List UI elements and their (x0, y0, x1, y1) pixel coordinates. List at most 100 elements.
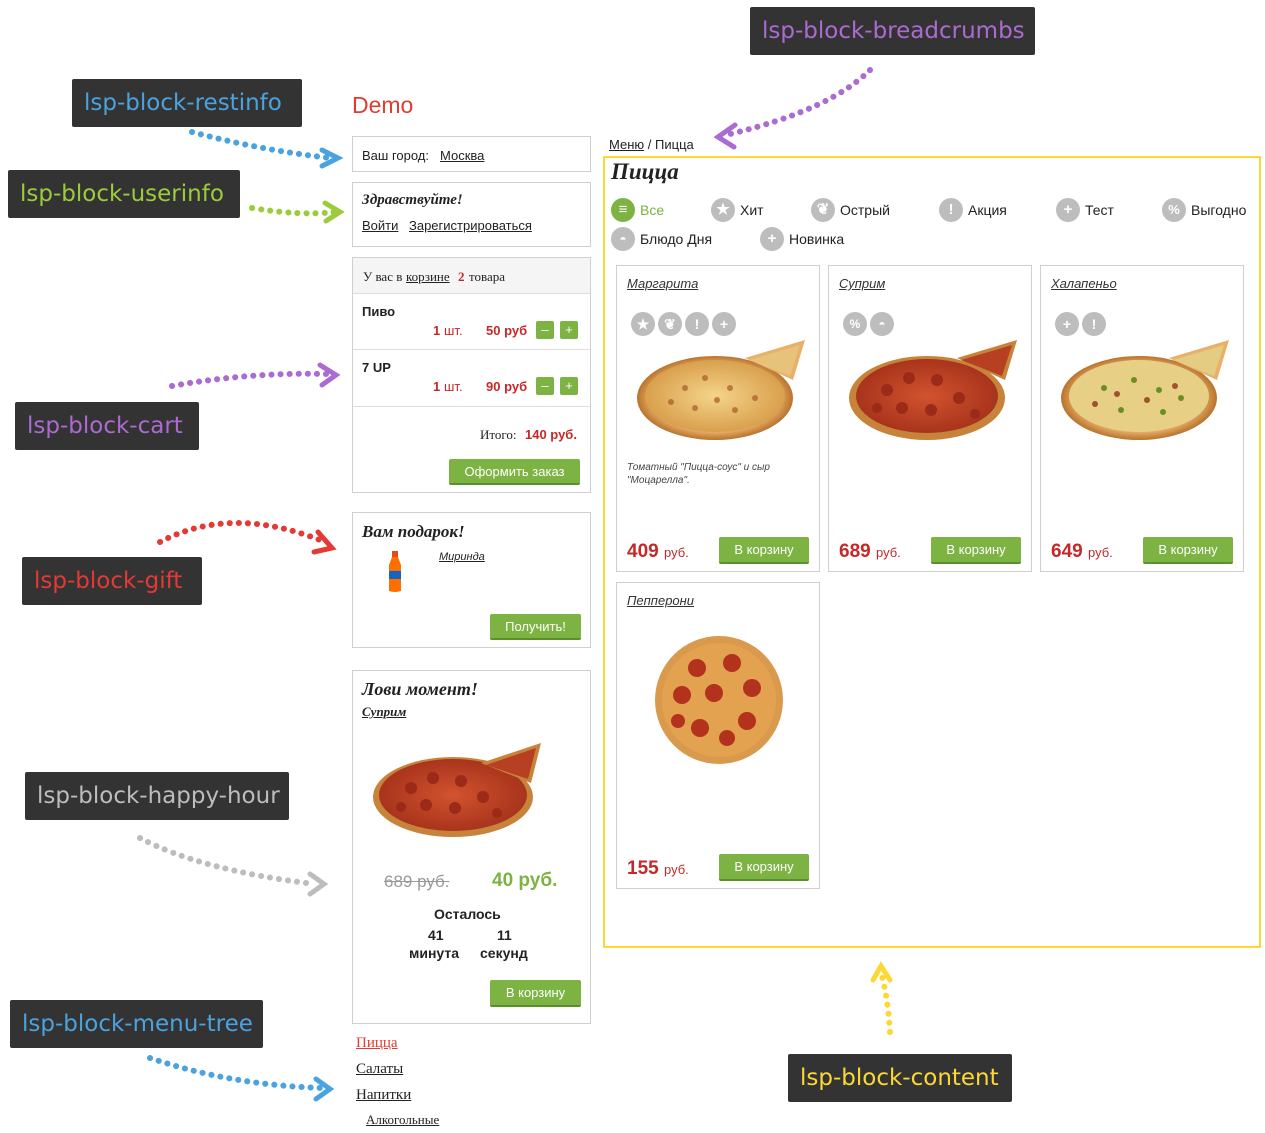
pizza-image (849, 340, 1017, 440)
product-card: Маргарита ★ ❦ ! + Томатный "Пицца-соус" … (616, 265, 820, 572)
cart-count: 2 (458, 269, 465, 284)
city-label: Ваш город: (362, 148, 429, 163)
soda-bottle-image (389, 551, 401, 592)
menu-tree-item-pizza[interactable]: Пицца (356, 1035, 398, 1052)
product-name-link[interactable]: Маргарита (627, 276, 698, 291)
login-link[interactable]: Войти (362, 218, 398, 233)
cart-total-value: 140 руб. (525, 427, 577, 442)
add-to-cart-button[interactable]: В корзину (1143, 537, 1233, 564)
dish-icon: ◓ (611, 227, 635, 251)
site-title[interactable]: Demo (352, 92, 413, 119)
checkout-button[interactable]: Оформить заказ (449, 459, 580, 485)
plus-icon: + (1056, 198, 1080, 222)
add-to-cart-button[interactable]: В корзину (719, 854, 809, 881)
category-label: Акция (968, 202, 1007, 218)
countdown-seconds-value: 11 (497, 927, 512, 943)
content-block: Пицца ≡ Все ★ Хит ❦ Острый ! Акция + Тес… (603, 156, 1261, 948)
gift-get-button[interactable]: Получить! (490, 614, 581, 640)
product-price: 409 руб. (627, 541, 689, 563)
menu-tree-subitem-alcoholic[interactable]: Алкогольные (366, 1112, 439, 1128)
product-price-value: 155 (627, 858, 659, 879)
product-card: Пепперони 155 руб. В корзину (616, 582, 820, 889)
product-name-link[interactable]: Суприм (839, 276, 885, 291)
product-description: Томатный "Пицца-соус" и сыр "Моцарелла". (627, 462, 770, 486)
cart-total-label: Итого: (480, 427, 517, 442)
page-title: Пицца (611, 159, 679, 184)
menu-tree-item-salads[interactable]: Салаты (356, 1061, 403, 1078)
userinfo-block: Здравствуйте! Войти Зарегистрироваться (352, 182, 591, 247)
cart-summary-prefix: У вас в (363, 269, 403, 284)
cart-item-price: 90 руб (486, 379, 528, 394)
cart-item: Пиво 1 шт. 50 руб – + (353, 293, 590, 350)
happy-hour-block: Лови момент! Суприм 689 руб. 40 руб. Ост… (352, 670, 591, 1024)
plus-icon: + (760, 227, 784, 251)
happy-hour-pizza-image (373, 743, 541, 837)
happy-hour-old-price: 689 руб. (384, 872, 450, 891)
countdown-seconds-label: секунд (480, 945, 528, 961)
register-link[interactable]: Зарегистрироваться (409, 218, 532, 233)
product-price-currency: руб. (663, 862, 689, 877)
star-icon: ★ (711, 198, 735, 222)
list-icon: ≡ (611, 198, 635, 222)
gift-item-link[interactable]: Миринда (439, 551, 485, 563)
breadcrumb: Меню / Пицца (609, 137, 694, 152)
product-price: 649 руб. (1051, 541, 1113, 563)
gift-title: Вам подарок! (362, 522, 465, 541)
cart-link[interactable]: корзине (406, 269, 450, 285)
product-price-value: 649 (1051, 541, 1083, 562)
product-price-currency: руб. (1087, 545, 1113, 560)
cart-item-decrease-button[interactable]: – (536, 321, 554, 339)
pizza-image (637, 340, 805, 440)
product-price-currency: руб. (875, 545, 901, 560)
happy-hour-item-link[interactable]: Суприм (362, 704, 406, 720)
percent-icon: % (1162, 198, 1186, 222)
category-label: Блюдо Дня (640, 231, 713, 247)
cart-item-increase-button[interactable]: + (560, 377, 578, 395)
pizza-image (1061, 340, 1229, 440)
cart-item-name: Пиво (362, 304, 396, 319)
product-price: 689 руб. (839, 541, 901, 563)
exclamation-icon: ! (939, 198, 963, 222)
product-price-value: 689 (839, 541, 871, 562)
countdown-label: Осталось (434, 906, 501, 922)
menu-tree-item-drinks[interactable]: Напитки (356, 1087, 411, 1104)
category-label: Новинка (789, 231, 845, 247)
breadcrumb-separator: / (647, 137, 652, 152)
category-label: Тест (1085, 202, 1114, 218)
product-price-value: 409 (627, 541, 659, 562)
category-label: Острый (840, 202, 890, 218)
happy-hour-add-to-cart-button[interactable]: В корзину (490, 980, 581, 1007)
cart-block: У вас в корзине 2 товара Пиво 1 шт. 50 р… (352, 257, 591, 493)
countdown-minutes-value: 41 (428, 927, 444, 943)
product-price: 155 руб. (627, 858, 689, 880)
cart-item-price: 50 руб (486, 323, 528, 338)
cart-item-qty-unit: шт. (444, 379, 463, 394)
happy-hour-title: Лови момент! (362, 679, 478, 699)
add-to-cart-button[interactable]: В корзину (719, 537, 809, 564)
gift-block: Вам подарок! Миринда Получить! (352, 512, 591, 648)
cart-item-qty: 1 (433, 323, 441, 338)
cart-summary-suffix: товара (469, 269, 506, 284)
cart-item: 7 UP 1 шт. 90 руб – + (353, 350, 590, 407)
category-label: Все (640, 202, 665, 218)
product-card: Суприм % ◓ 689 руб. В корзину (828, 265, 1032, 572)
cart-item-decrease-button[interactable]: – (536, 377, 554, 395)
restinfo-block: Ваш город: Москва (352, 136, 591, 172)
cart-item-qty: 1 (433, 379, 441, 394)
breadcrumb-current: Пицца (655, 137, 694, 152)
greeting: Здравствуйте! (362, 192, 463, 208)
category-label: Хит (740, 202, 764, 218)
product-name-link[interactable]: Пепперони (627, 593, 694, 608)
happy-hour-new-price: 40 руб. (492, 870, 558, 891)
product-card: Халапеньо + ! 649 руб. В корзину (1040, 265, 1244, 572)
cart-item-increase-button[interactable]: + (560, 321, 578, 339)
category-label: Выгодно (1191, 202, 1247, 218)
product-name-link[interactable]: Халапеньо (1051, 276, 1117, 291)
leaf-icon: ❦ (811, 198, 835, 222)
countdown-minutes-label: минута (409, 945, 460, 961)
cart-item-name: 7 UP (362, 360, 391, 375)
pizza-image (655, 636, 783, 764)
city-link[interactable]: Москва (440, 148, 484, 163)
add-to-cart-button[interactable]: В корзину (931, 537, 1021, 564)
breadcrumb-root[interactable]: Меню (609, 137, 644, 152)
